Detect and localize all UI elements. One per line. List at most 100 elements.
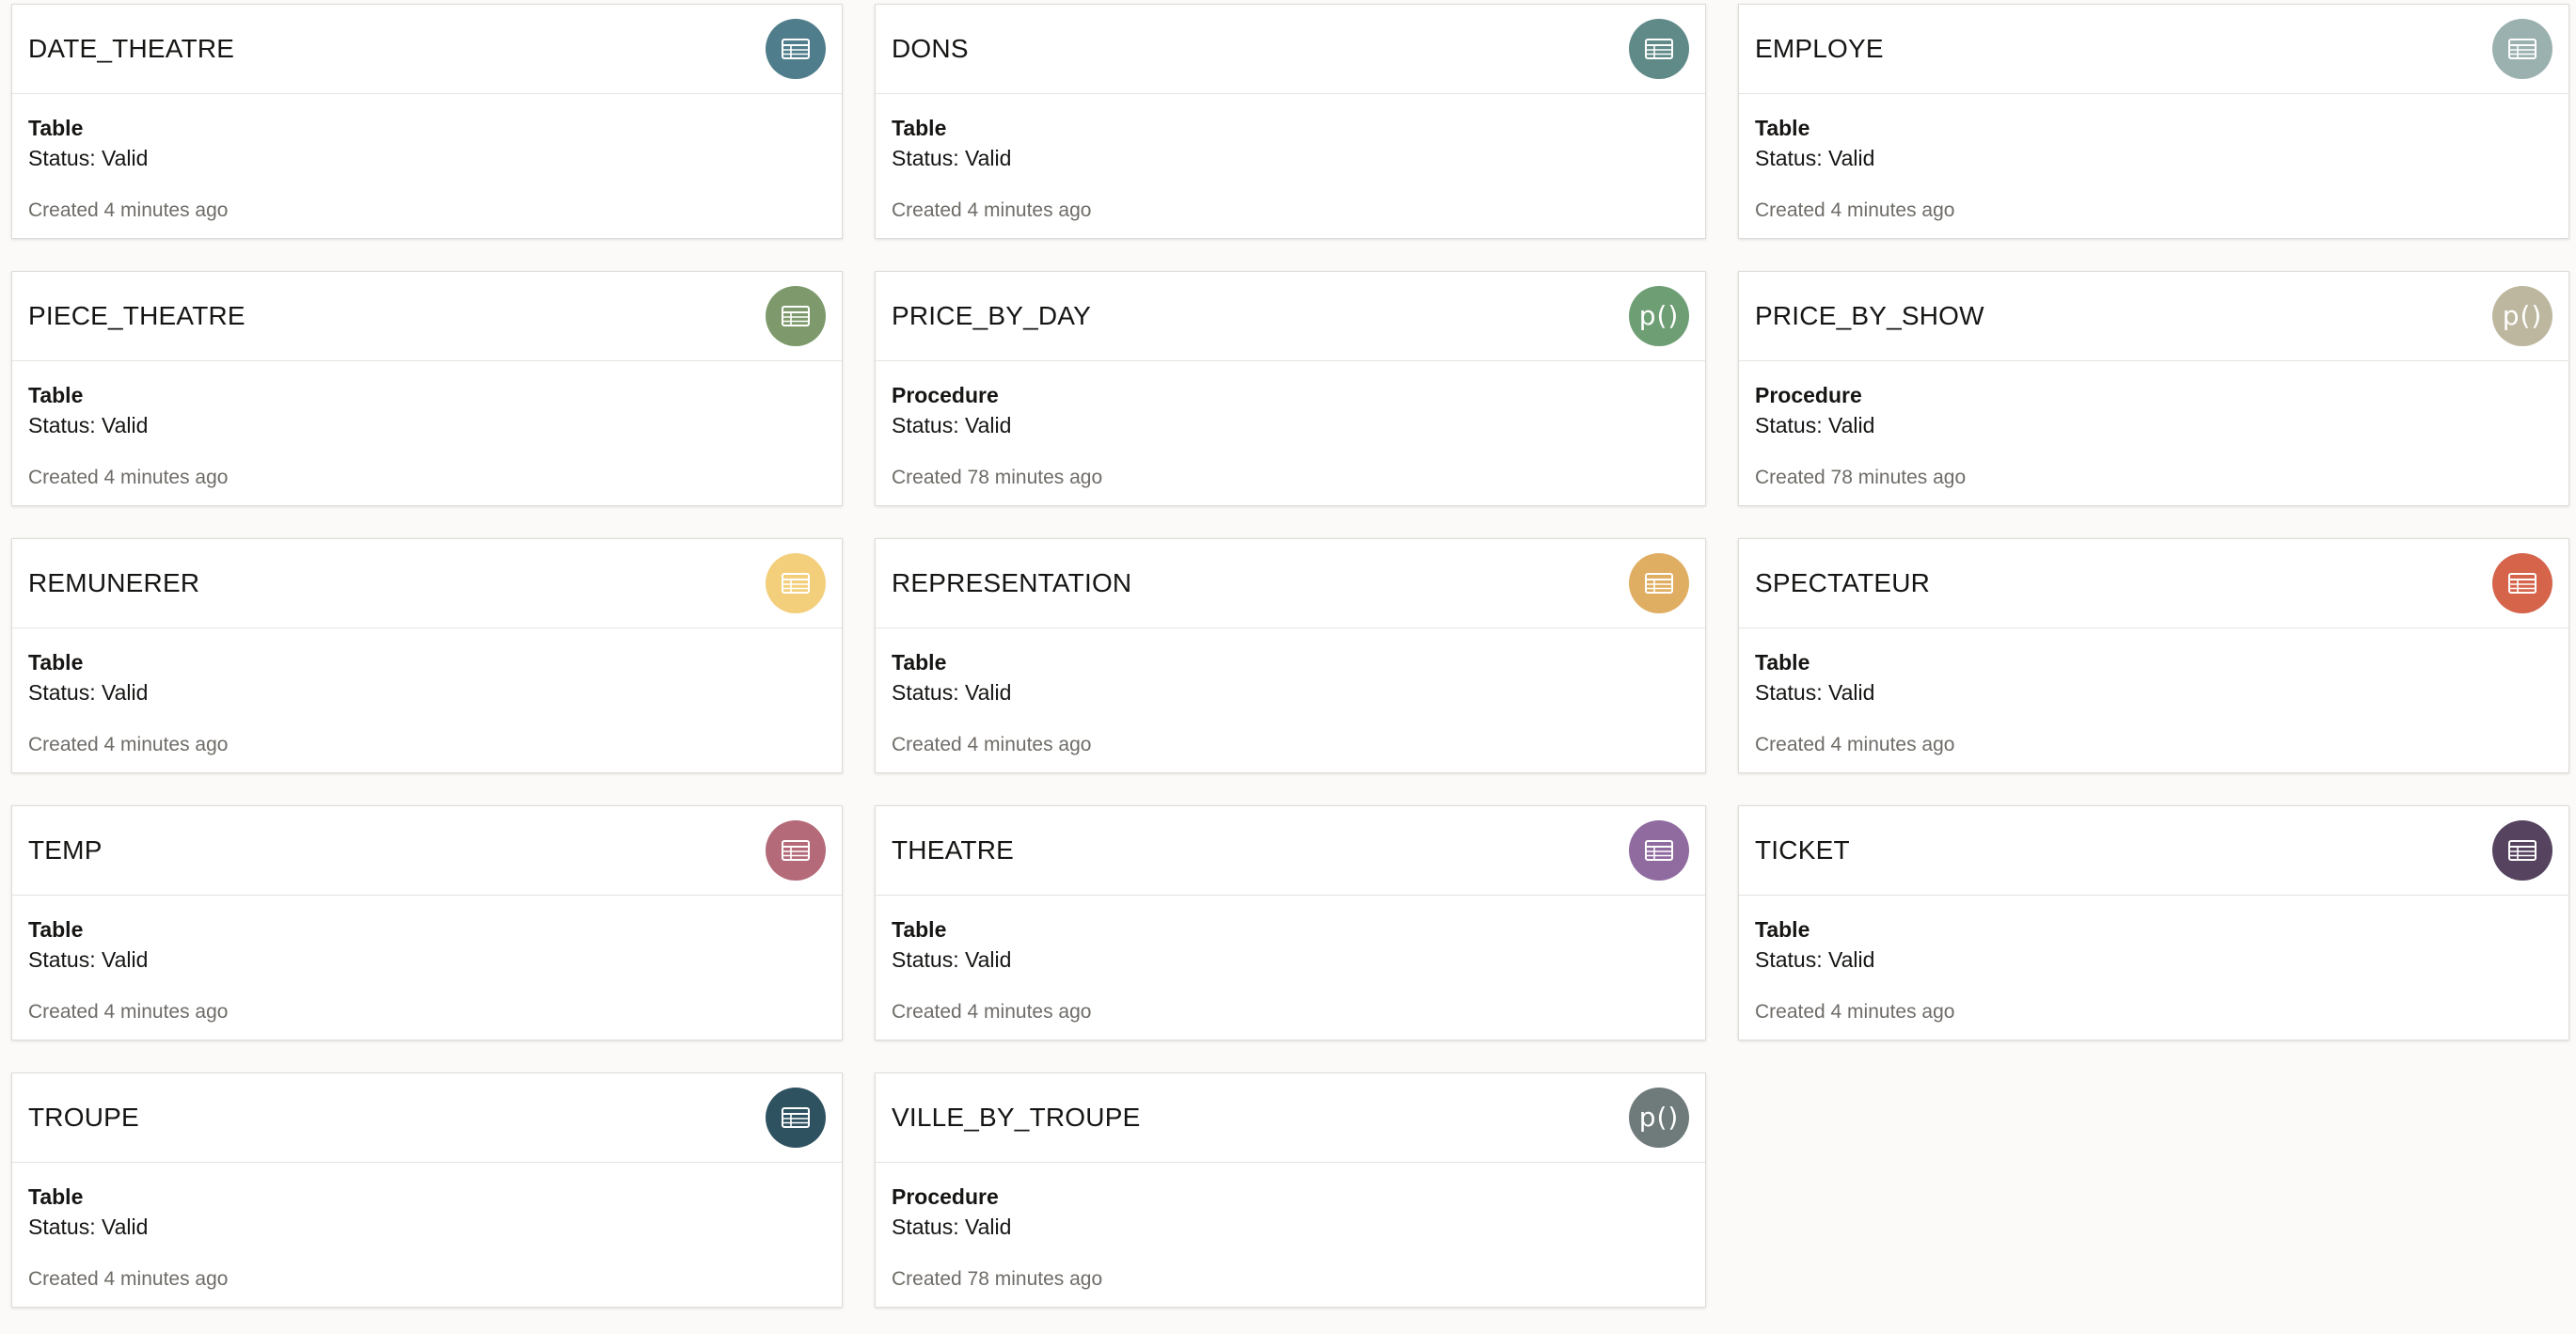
object-created: Created 4 minutes ago: [28, 467, 229, 488]
object-name: REMUNERER: [28, 568, 200, 597]
object-created: Created 4 minutes ago: [28, 199, 229, 221]
object-card[interactable]: TEMP Table Status: Valid Created 4 minut…: [11, 805, 843, 1040]
object-type: Procedure: [892, 1184, 999, 1209]
object-status: Status: Valid: [1755, 413, 1875, 437]
object-created: Created 4 minutes ago: [28, 1268, 229, 1290]
object-card[interactable]: REMUNERER Table Status: Valid Created 4 …: [11, 538, 843, 773]
object-created: Created 4 minutes ago: [28, 734, 229, 755]
object-card[interactable]: TICKET Table Status: Valid Created 4 min…: [1738, 805, 2569, 1040]
table-icon: [1629, 553, 1689, 613]
object-card[interactable]: DONS Table Status: Valid Created 4 minut…: [875, 4, 1706, 239]
object-status: Status: Valid: [28, 146, 149, 170]
object-type: Table: [892, 917, 947, 942]
object-created: Created 4 minutes ago: [1755, 199, 1955, 221]
object-status: Status: Valid: [1755, 680, 1875, 705]
object-created: Created 4 minutes ago: [892, 1001, 1092, 1023]
procedure-icon: p(): [1629, 286, 1689, 346]
object-name: DONS: [892, 34, 969, 63]
object-type: Procedure: [1755, 383, 1862, 407]
card-header: PRICE_BY_SHOW p(): [1739, 272, 2568, 361]
card-body: Table Status: Valid Created 4 minutes ag…: [1739, 628, 2568, 759]
card-header: TICKET: [1739, 806, 2568, 896]
procedure-icon: p(): [2492, 286, 2552, 346]
object-status: Status: Valid: [28, 680, 149, 705]
object-name: VILLE_BY_TROUPE: [892, 1103, 1141, 1132]
object-card[interactable]: THEATRE Table Status: Valid Created 4 mi…: [875, 805, 1706, 1040]
object-status: Status: Valid: [28, 413, 149, 437]
object-card-grid: DATE_THEATRE Table Status: Valid Created…: [11, 4, 2569, 1308]
card-body: Procedure Status: Valid Created 78 minut…: [876, 1163, 1705, 1294]
procedure-icon: p(): [1629, 1088, 1689, 1148]
object-created: Created 4 minutes ago: [892, 199, 1092, 221]
card-header: TEMP: [12, 806, 842, 896]
object-card[interactable]: VILLE_BY_TROUPE p() Procedure Status: Va…: [875, 1072, 1706, 1308]
table-icon: [766, 1088, 826, 1148]
object-name: TROUPE: [28, 1103, 139, 1132]
object-type: Table: [1755, 650, 1810, 675]
object-name: EMPLOYE: [1755, 34, 1884, 63]
object-card[interactable]: EMPLOYE Table Status: Valid Created 4 mi…: [1738, 4, 2569, 239]
object-created: Created 4 minutes ago: [892, 734, 1092, 755]
card-body: Table Status: Valid Created 4 minutes ag…: [876, 94, 1705, 225]
card-body: Table Status: Valid Created 4 minutes ag…: [12, 94, 842, 225]
object-card[interactable]: DATE_THEATRE Table Status: Valid Created…: [11, 4, 843, 239]
object-type: Table: [1755, 116, 1810, 140]
object-card[interactable]: SPECTATEUR Table Status: Valid Created 4…: [1738, 538, 2569, 773]
table-icon: [766, 19, 826, 79]
card-header: REMUNERER: [12, 539, 842, 628]
table-icon: [766, 820, 826, 881]
card-body: Table Status: Valid Created 4 minutes ag…: [12, 896, 842, 1026]
object-name: PIECE_THEATRE: [28, 301, 245, 330]
object-name: PRICE_BY_SHOW: [1755, 301, 1984, 330]
card-header: PRICE_BY_DAY p(): [876, 272, 1705, 361]
table-icon: [766, 286, 826, 346]
object-status: Status: Valid: [892, 680, 1012, 705]
table-icon: [766, 553, 826, 613]
table-icon: [2492, 820, 2552, 881]
object-created: Created 78 minutes ago: [892, 1268, 1103, 1290]
object-status: Status: Valid: [892, 146, 1012, 170]
procedure-icon-glyph: p(): [1638, 300, 1680, 331]
object-type: Procedure: [892, 383, 999, 407]
card-header: DATE_THEATRE: [12, 5, 842, 94]
object-name: REPRESENTATION: [892, 568, 1132, 597]
card-header: VILLE_BY_TROUPE p(): [876, 1073, 1705, 1163]
object-status: Status: Valid: [892, 947, 1012, 972]
object-card[interactable]: TROUPE Table Status: Valid Created 4 min…: [11, 1072, 843, 1308]
object-created: Created 78 minutes ago: [892, 467, 1103, 488]
object-type: Table: [28, 1184, 84, 1209]
card-body: Table Status: Valid Created 4 minutes ag…: [12, 361, 842, 492]
table-icon: [1629, 820, 1689, 881]
object-type: Table: [1755, 917, 1810, 942]
object-status: Status: Valid: [892, 1215, 1012, 1239]
object-status: Status: Valid: [892, 413, 1012, 437]
object-name: TEMP: [28, 835, 103, 865]
table-icon: [1629, 19, 1689, 79]
card-header: DONS: [876, 5, 1705, 94]
object-type: Table: [28, 917, 84, 942]
object-name: TICKET: [1755, 835, 1850, 865]
card-header: REPRESENTATION: [876, 539, 1705, 628]
table-icon: [2492, 553, 2552, 613]
object-created: Created 4 minutes ago: [1755, 1001, 1955, 1023]
object-card[interactable]: PRICE_BY_DAY p() Procedure Status: Valid…: [875, 271, 1706, 506]
object-name: THEATRE: [892, 835, 1014, 865]
object-type: Table: [28, 650, 84, 675]
object-card[interactable]: PRICE_BY_SHOW p() Procedure Status: Vali…: [1738, 271, 2569, 506]
object-card[interactable]: REPRESENTATION Table Status: Valid Creat…: [875, 538, 1706, 773]
object-created: Created 4 minutes ago: [1755, 734, 1955, 755]
card-body: Table Status: Valid Created 4 minutes ag…: [1739, 94, 2568, 225]
object-created: Created 4 minutes ago: [28, 1001, 229, 1023]
procedure-icon-glyph: p(): [2502, 300, 2543, 331]
object-type: Table: [28, 116, 84, 140]
card-header: SPECTATEUR: [1739, 539, 2568, 628]
card-body: Table Status: Valid Created 4 minutes ag…: [1739, 896, 2568, 1026]
object-type: Table: [892, 650, 947, 675]
procedure-icon-glyph: p(): [1638, 1102, 1680, 1133]
object-card[interactable]: PIECE_THEATRE Table Status: Valid Create…: [11, 271, 843, 506]
card-body: Table Status: Valid Created 4 minutes ag…: [12, 628, 842, 759]
card-header: TROUPE: [12, 1073, 842, 1163]
card-header: PIECE_THEATRE: [12, 272, 842, 361]
card-body: Table Status: Valid Created 4 minutes ag…: [876, 896, 1705, 1026]
card-body: Procedure Status: Valid Created 78 minut…: [876, 361, 1705, 492]
